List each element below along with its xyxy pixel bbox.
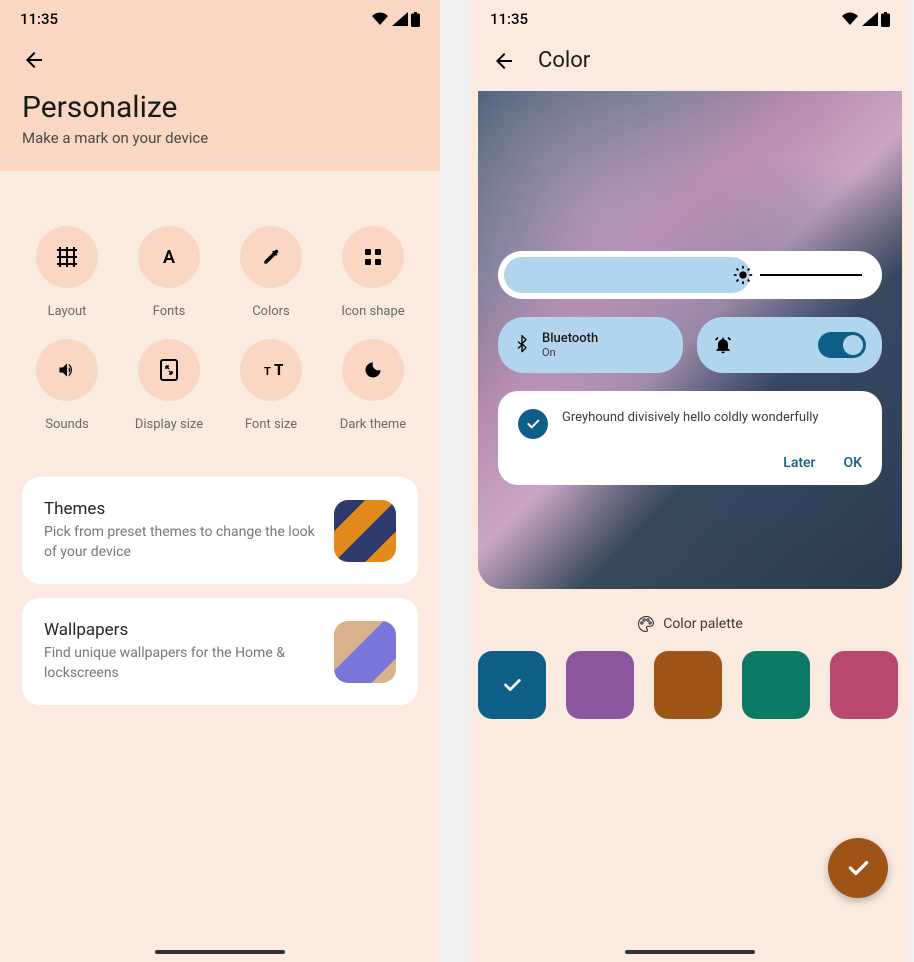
card-title: Wallpapers [44,620,318,640]
back-arrow-icon [22,48,46,72]
check-icon [501,674,523,696]
palette-label: Color palette [663,616,743,632]
quick-settings-row: Bluetooth On [498,317,882,373]
check-icon [518,409,548,439]
wifi-icon [371,12,389,26]
status-icons [841,12,890,27]
back-button[interactable] [492,49,516,73]
font-size-icon: TT [259,360,283,380]
shapes-icon [364,248,382,266]
later-button[interactable]: Later [783,455,815,471]
color-swatches [470,651,910,719]
wifi-icon [841,12,859,26]
header: Personalize Make a mark on your device [0,34,440,171]
swatch-5[interactable] [830,651,898,719]
tile-label: Dark theme [328,417,418,432]
swatch-2[interactable] [566,651,634,719]
card-desc: Pick from preset themes to change the lo… [44,523,318,562]
bluetooth-state: On [542,346,598,359]
svg-text:T: T [274,360,283,379]
apply-fab[interactable] [828,838,888,898]
bluetooth-label: Bluetooth [542,331,598,346]
tile-label: Icon shape [328,304,418,319]
header: Color [470,34,910,91]
page-title: Personalize [22,90,418,125]
signal-icon [862,12,878,26]
swatch-4[interactable] [742,651,810,719]
personalize-screen: 11:35 Personalize Make a mark on your de… [0,0,440,962]
ok-button[interactable]: OK [844,455,863,471]
tile-label: Colors [226,304,316,319]
themes-thumbnail [334,500,396,562]
card-title: Themes [44,499,318,519]
tile-label: Font size [226,417,316,432]
themes-card[interactable]: Themes Pick from preset themes to change… [22,477,418,584]
palette-header: Color palette [470,615,910,633]
font-icon: A [159,247,179,267]
settings-grid: Layout A Fonts Colors Icon shape Sounds … [22,171,418,477]
alarm-toggle[interactable] [818,332,866,358]
card-desc: Find unique wallpapers for the Home & lo… [44,644,318,683]
grid-icon [57,247,77,267]
status-time: 11:35 [490,10,528,28]
tile-label: Sounds [22,417,112,432]
nav-indicator[interactable] [625,950,755,954]
dialog-text: Greyhound divisively hello coldly wonder… [562,409,819,427]
preview-dialog: Greyhound divisively hello coldly wonder… [498,391,882,485]
palette-icon [637,615,655,633]
battery-icon [411,12,420,27]
back-arrow-icon [492,49,516,73]
check-icon [845,855,871,881]
status-time: 11:35 [20,10,58,28]
brightness-icon [732,264,754,286]
volume-icon [57,360,77,380]
back-button[interactable] [22,34,46,86]
moon-icon [363,360,383,380]
nav-indicator[interactable] [155,950,285,954]
status-icons [371,12,420,27]
bluetooth-icon [514,335,530,355]
status-bar: 11:35 [0,0,440,34]
tile-label: Fonts [124,304,214,319]
alarm-icon [713,335,733,355]
page-subtitle: Make a mark on your device [22,129,418,147]
tile-sounds[interactable]: Sounds [22,339,112,432]
wallpapers-card[interactable]: Wallpapers Find unique wallpapers for th… [22,598,418,705]
tile-fonts[interactable]: A Fonts [124,226,214,319]
status-bar: 11:35 [470,0,910,34]
tile-font-size[interactable]: TT Font size [226,339,316,432]
tile-icon-shape[interactable]: Icon shape [328,226,418,319]
wallpapers-thumbnail [334,621,396,683]
swatch-3[interactable] [654,651,722,719]
tile-label: Display size [124,417,214,432]
display-size-icon [160,359,178,381]
signal-icon [392,12,408,26]
tile-display-size[interactable]: Display size [124,339,214,432]
svg-text:A: A [163,247,175,267]
tile-layout[interactable]: Layout [22,226,112,319]
battery-icon [881,12,890,27]
color-screen: 11:35 Color Bluetooth On [470,0,910,962]
dropper-icon [261,247,281,267]
tile-label: Layout [22,304,112,319]
tile-dark-theme[interactable]: Dark theme [328,339,418,432]
bluetooth-tile[interactable]: Bluetooth On [498,317,683,373]
swatch-1[interactable] [478,651,546,719]
color-preview: Bluetooth On Greyhound divisively hello … [478,91,902,589]
brightness-slider[interactable] [498,251,882,299]
page-title: Color [538,48,590,73]
svg-text:T: T [264,365,271,378]
alarm-tile[interactable] [697,317,882,373]
tile-colors[interactable]: Colors [226,226,316,319]
